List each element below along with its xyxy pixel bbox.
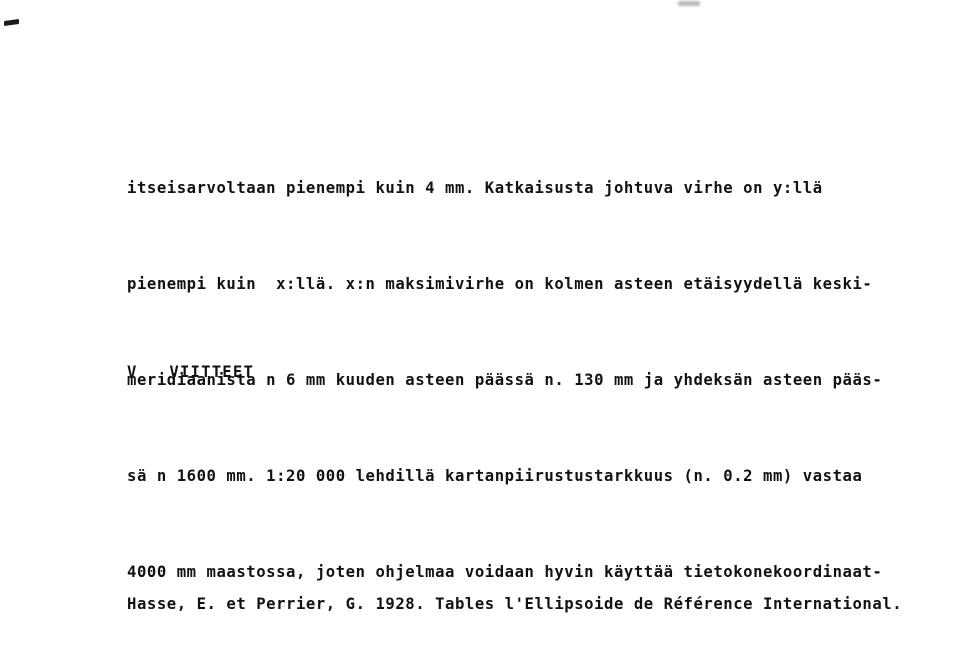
reference-line: Hasse, E. et Perrier, G. 1928. Tables l'…	[127, 595, 903, 613]
section-heading: V VIITTEET	[127, 363, 255, 381]
document-page: itseisarvoltaan pienempi kuin 4 mm. Katk…	[0, 0, 960, 648]
reference-entry: Hasse, E. et Perrier, G. 1928. Tables l'…	[127, 524, 942, 648]
paragraph-line: pienempi kuin x:llä. x:n maksimivirhe on…	[127, 275, 873, 293]
paragraph-line: itseisarvoltaan pienempi kuin 4 mm. Katk…	[127, 179, 823, 197]
scan-artifact-smudge-icon	[678, 1, 700, 6]
references-list: Hasse, E. et Perrier, G. 1928. Tables l'…	[127, 428, 942, 648]
scan-artifact-dash-icon	[4, 18, 19, 27]
